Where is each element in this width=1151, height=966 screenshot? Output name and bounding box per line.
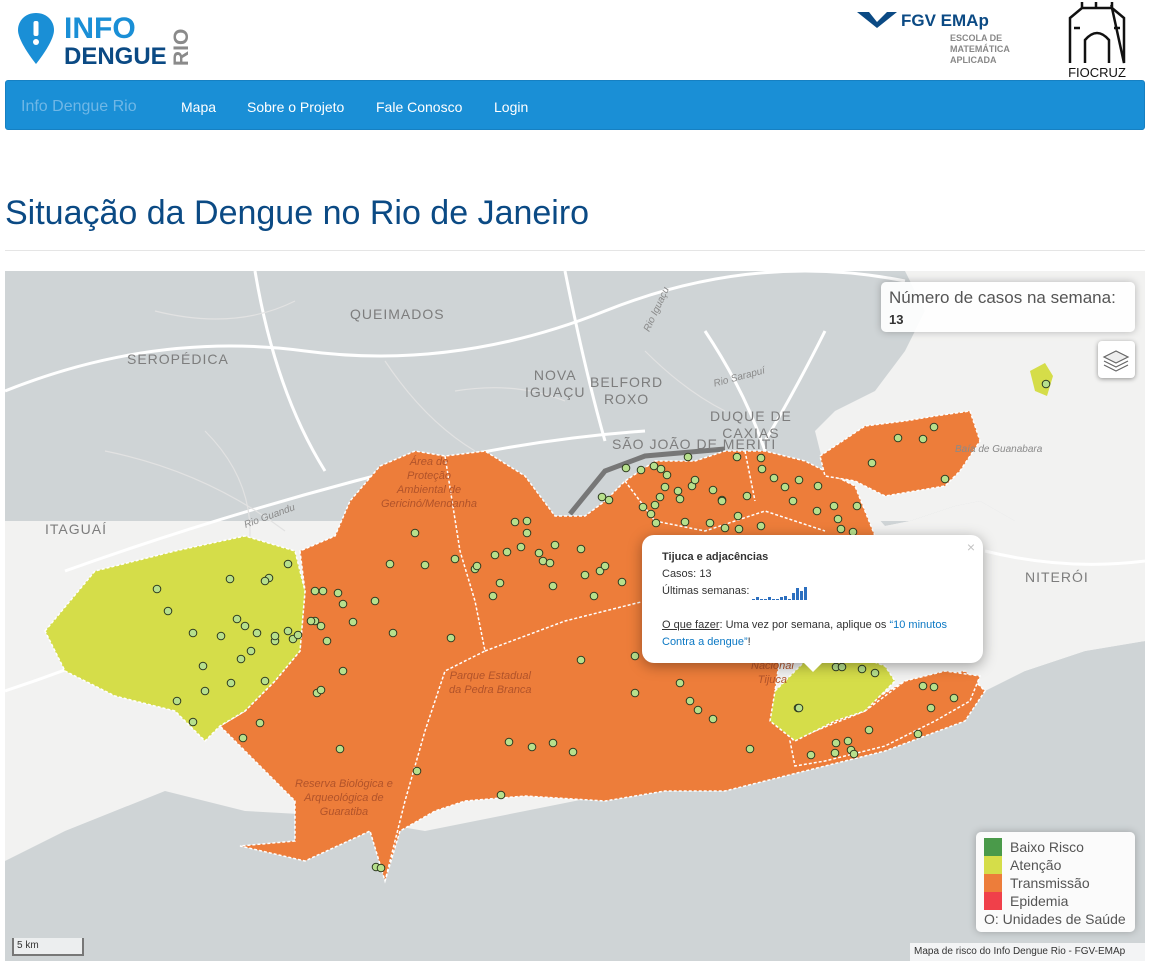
infodengue-logo[interactable]: INFO DENGUE RIO (16, 10, 196, 70)
map-label-itaguai: ITAGUAÍ (45, 521, 107, 537)
page-title: Situação da Dengue no Rio de Janeiro (5, 194, 590, 232)
cases-box-title: Número de casos na semana: (889, 288, 1116, 307)
svg-text:RIO: RIO (170, 29, 193, 66)
popup-action-text: O que fazer: Uma vez por semana, aplique… (662, 619, 947, 648)
map-label-queimados: QUEIMADOS (350, 306, 445, 322)
map-label-seropedica: SEROPÉDICA (127, 351, 229, 367)
map-label-belford-roxo: BELFORD ROXO (590, 374, 664, 407)
navbar-brand-link[interactable]: Info Dengue Rio (21, 98, 137, 116)
sparkline-bar (776, 599, 780, 600)
map-attribution: Mapa de risco do Info Dengue Rio - FGV-E… (910, 943, 1145, 961)
svg-text:APLICADA: APLICADA (950, 55, 997, 65)
popup-close-button[interactable]: × (967, 539, 975, 556)
map-label-baia-guanabara: Baía de Guanabara (955, 444, 1043, 455)
svg-text:ESCOLA DE: ESCOLA DE (950, 33, 1002, 43)
legend-item-baixo-risco: Baixo Risco (984, 838, 1127, 856)
legend-item-epidemia: Epidemia (984, 892, 1127, 910)
layers-icon (1102, 350, 1130, 372)
cases-box-value: 13 (889, 312, 904, 327)
map-label-sao-joao-de-meriti: SÃO JOÃO DE MERITI (612, 436, 777, 452)
layers-toggle-button[interactable] (1098, 341, 1135, 378)
legend-item-atencao: Atenção (984, 856, 1127, 874)
sparkline-bar (792, 593, 796, 600)
popup-weeks-row: Últimas semanas: (662, 583, 963, 600)
svg-text:FIOCRUZ: FIOCRUZ (1068, 65, 1126, 80)
svg-text:MATEMÁTICA: MATEMÁTICA (950, 44, 1010, 54)
nav-item-login[interactable]: Login (494, 99, 528, 115)
map-label-tijuca: Nacional Tijuca (751, 660, 794, 686)
map-label-guaratiba: Reserva Biológica e Arqueológica de Guarat… (295, 778, 393, 818)
sparkline-bar (764, 599, 768, 600)
sparkline-bar (772, 599, 776, 600)
map-label-pedra-branca: Parque Estadual da Pedra Branca (449, 670, 532, 696)
map-scale-bar: 5 km (12, 938, 84, 956)
map-label-nova-iguacu: NOVA IGUAÇU (525, 367, 586, 400)
location-pin-icon (18, 13, 54, 64)
fiocruz-logo[interactable]: FIOCRUZ (1060, 0, 1135, 80)
nav-item-mapa[interactable]: Mapa (181, 99, 216, 115)
weekly-sparkline (752, 587, 808, 600)
region-popup: × Tijuca e adjacências Casos: 13 Últimas… (642, 535, 983, 663)
title-divider (5, 250, 1145, 251)
sparkline-bar (780, 597, 784, 600)
map-label-niteroi: NITERÓI (1025, 569, 1089, 585)
popup-tip (802, 661, 824, 672)
svg-text:FGV EMAp: FGV EMAp (901, 11, 989, 30)
risk-map[interactable]: QUEIMADOS SEROPÉDICA NOVA IGUAÇU BELFORD R… (5, 271, 1145, 961)
svg-text:DENGUE: DENGUE (64, 43, 167, 70)
map-legend: Baixo Risco Atenção Transmissão Epidemia… (976, 832, 1135, 932)
popup-cases-value: 13 (699, 568, 712, 580)
legend-item-transmissao: Transmissão (984, 874, 1127, 892)
sparkline-bar (768, 597, 772, 600)
sparkline-bar (800, 591, 804, 600)
svg-text:INFO: INFO (64, 12, 136, 45)
legend-units-label: O: Unidades de Saúde (984, 911, 1126, 927)
nav-item-contato[interactable]: Fale Conosco (376, 99, 462, 115)
cases-info-box: Número de casos na semana: 13 (881, 282, 1135, 332)
main-navbar: Info Dengue Rio Mapa Sobre o Projeto Fal… (5, 80, 1145, 130)
popup-region-title: Tijuca e adjacências (662, 551, 769, 563)
sparkline-bar (752, 599, 756, 600)
popup-cases-row: Casos: 13 (662, 568, 712, 580)
sparkline-bar (760, 599, 764, 600)
sparkline-bar (788, 599, 792, 600)
fgv-emap-logo[interactable]: FGV EMAp ESCOLA DE MATEMÁTICA APLICADA (855, 8, 1035, 68)
nav-item-sobre[interactable]: Sobre o Projeto (247, 99, 344, 115)
map-label-area-gericino: Área de Proteção Ambiental de Gericinó/Mend… (381, 456, 478, 510)
sparkline-bar (804, 587, 808, 600)
site-header: INFO DENGUE RIO FGV EMAp ESCOLA DE MATEM… (0, 0, 1151, 80)
sparkline-bar (796, 588, 800, 600)
sparkline-bar (756, 597, 760, 600)
sparkline-bar (784, 596, 788, 600)
